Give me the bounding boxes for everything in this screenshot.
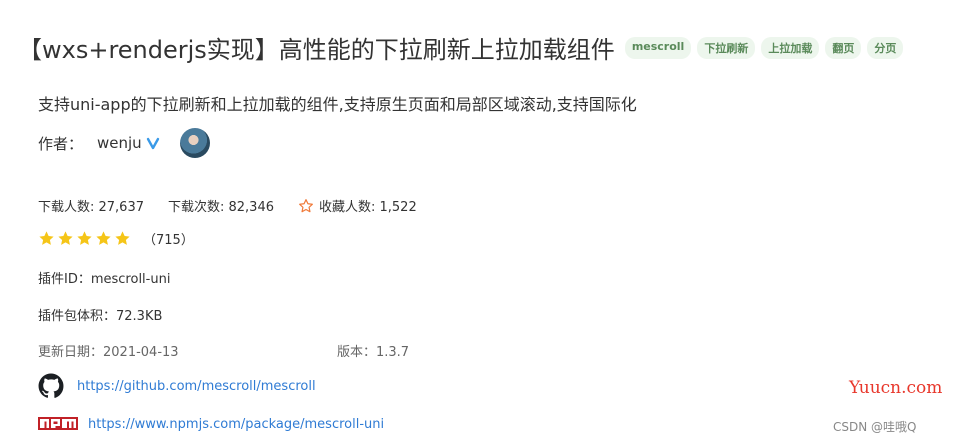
plugin-description: 支持uni-app的下拉刷新和上拉加载的组件,支持原生页面和局部区域滚动,支持国… — [38, 95, 637, 114]
verified-icon — [146, 137, 159, 150]
star-icon — [39, 231, 54, 245]
download-count: 下载次数: 82,346 — [168, 200, 274, 215]
tag-mescroll[interactable]: mescroll — [624, 36, 692, 59]
rating-stars — [38, 230, 133, 247]
star-icon — [58, 231, 73, 245]
favorites-label: 收藏人数: 1,522 — [319, 200, 417, 215]
site-watermark: Yuucn.com — [849, 378, 943, 398]
update-date: 更新日期：2021-04-13 — [38, 345, 179, 360]
tag-list: mescroll 下拉刷新 上拉加载 翻页 分页 — [624, 36, 910, 59]
header: 【wxs+renderjs实现】高性能的下拉刷新上拉加载组件 mescroll … — [18, 30, 909, 65]
tag-load-more[interactable]: 上拉加载 — [761, 36, 820, 59]
plugin-title: 【wxs+renderjs实现】高性能的下拉刷新上拉加载组件 — [18, 36, 615, 64]
favorites[interactable]: 收藏人数: 1,522 — [298, 196, 417, 215]
npm-icon[interactable] — [38, 417, 78, 432]
github-link-row: https://github.com/mescroll/mescroll — [38, 373, 316, 399]
star-icon — [115, 231, 130, 245]
version: 版本：1.3.7 — [337, 345, 410, 360]
star-icon — [77, 231, 92, 245]
stats-row: 下载人数: 27,637 下载次数: 82,346 收藏人数: 1,522 — [38, 196, 441, 215]
author-label: 作者： — [38, 134, 84, 153]
star-icon — [96, 231, 111, 245]
rating-count: （715） — [143, 233, 194, 248]
download-users: 下载人数: 27,637 — [38, 200, 144, 215]
csdn-watermark: CSDN @哇哦Q — [833, 420, 917, 434]
star-outline-icon[interactable] — [298, 198, 314, 214]
tag-pagination[interactable]: 分页 — [867, 36, 904, 59]
npm-link-row: https://www.npmjs.com/package/mescroll-u… — [38, 417, 384, 432]
tag-pull-refresh[interactable]: 下拉刷新 — [697, 36, 756, 59]
author-row: 作者： wenju — [38, 128, 210, 158]
package-size: 插件包体积：72.3KB — [38, 309, 163, 324]
avatar[interactable] — [179, 128, 210, 158]
plugin-id: 插件ID：mescroll-uni — [38, 272, 171, 287]
tag-paging[interactable]: 翻页 — [825, 36, 862, 59]
github-link[interactable]: https://github.com/mescroll/mescroll — [77, 379, 316, 394]
author-name[interactable]: wenju — [97, 134, 142, 152]
github-icon[interactable] — [38, 373, 64, 399]
npm-link[interactable]: https://www.npmjs.com/package/mescroll-u… — [88, 417, 384, 432]
rating-row: （715） — [38, 229, 194, 248]
